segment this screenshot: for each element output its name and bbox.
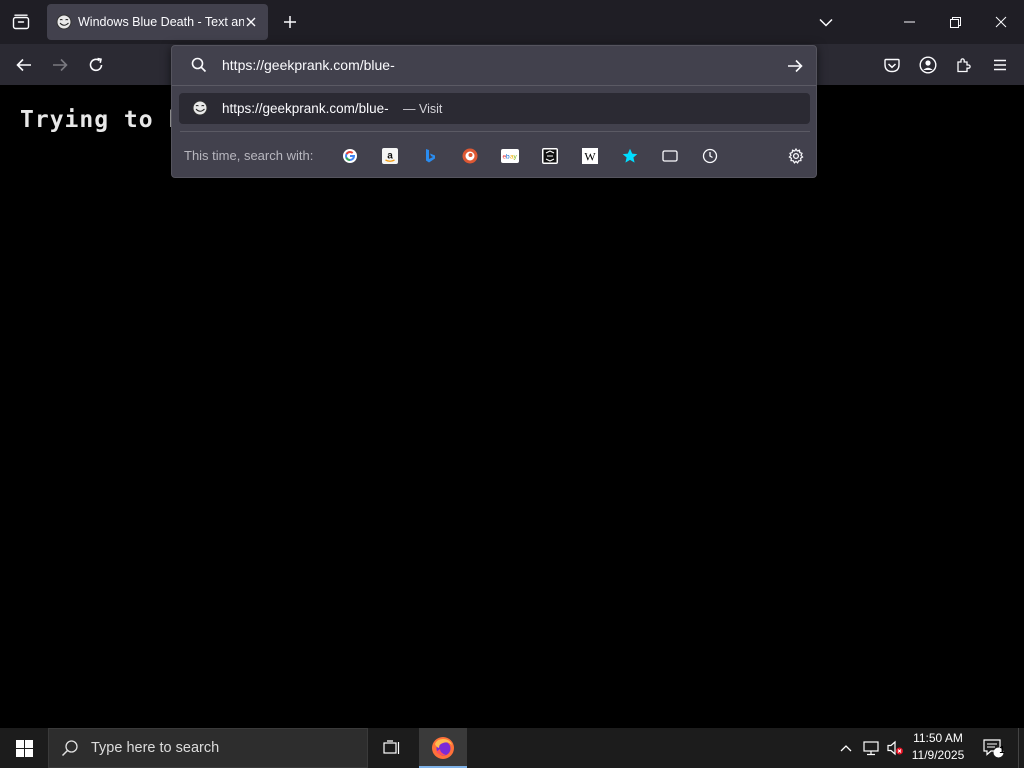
clock-date: 11/9/2025: [911, 748, 965, 762]
google-engine-button[interactable]: [338, 144, 362, 168]
account-icon: [919, 56, 937, 74]
bing-engine-button[interactable]: [418, 144, 442, 168]
taskbar-search-box[interactable]: Type here to search: [48, 728, 368, 768]
bing-icon: [426, 149, 435, 163]
tab-active[interactable]: Windows Blue Death - Text and Video Pran…: [47, 4, 268, 40]
trollface-favicon-icon: [56, 14, 72, 30]
bookmarks-icon: [622, 148, 638, 163]
list-all-tabs-button[interactable]: [812, 8, 840, 36]
divider: [180, 131, 810, 132]
chevron-down-icon: [819, 18, 833, 27]
tab-strip: Windows Blue Death - Text and Video Pran…: [0, 0, 1024, 44]
taskbar-firefox-button[interactable]: [419, 728, 467, 768]
tabs-icon: [662, 150, 678, 162]
pocket-button[interactable]: [877, 50, 907, 80]
volume-tray-button[interactable]: [884, 728, 906, 768]
volume-muted-icon: [887, 740, 903, 756]
minimize-button[interactable]: [886, 0, 932, 44]
reload-button[interactable]: [81, 50, 111, 80]
hamburger-menu-icon: [994, 59, 1006, 71]
app-menu-button[interactable]: [985, 50, 1015, 80]
suggestion-action: — Visit: [403, 102, 443, 116]
urlbar-input[interactable]: https://geekprank.com/blue-: [222, 57, 395, 73]
wikipedia-engine-button[interactable]: W: [578, 144, 602, 168]
extensions-button[interactable]: [949, 50, 979, 80]
network-tray-button[interactable]: [860, 728, 882, 768]
duckduckgo-icon: [462, 148, 478, 164]
ecosia-icon: [542, 148, 558, 164]
search-settings-button[interactable]: [784, 144, 808, 168]
urlbar-popup: https://geekprank.com/blue- https://geek…: [171, 45, 817, 178]
svg-text:a: a: [387, 151, 393, 162]
close-icon: [995, 16, 1007, 28]
duckduckgo-engine-button[interactable]: [458, 144, 482, 168]
action-center-button[interactable]: 1: [978, 728, 1008, 768]
bookmarks-engine-button[interactable]: [618, 144, 642, 168]
tabs-engine-button[interactable]: [658, 144, 682, 168]
chevron-up-icon: [840, 745, 852, 752]
gear-icon: [788, 148, 804, 164]
arrow-left-icon: [16, 58, 31, 72]
restore-icon: [949, 16, 961, 28]
history-engine-button[interactable]: [698, 144, 722, 168]
arrow-right-icon: [53, 58, 68, 72]
show-hidden-icons-button[interactable]: [836, 728, 856, 768]
search-with-label: This time, search with:: [184, 148, 314, 163]
google-icon: [343, 149, 357, 163]
tab-close-button[interactable]: [242, 13, 260, 31]
trollface-favicon-icon: [192, 100, 208, 116]
pocket-icon: [884, 58, 900, 72]
restore-button[interactable]: [932, 0, 978, 44]
account-button[interactable]: [913, 50, 943, 80]
start-button[interactable]: [0, 728, 48, 768]
urlbar-input-row[interactable]: https://geekprank.com/blue-: [172, 46, 816, 84]
notification-count: 1: [999, 745, 1005, 756]
svg-text:W: W: [584, 150, 596, 164]
back-button[interactable]: [9, 50, 39, 80]
close-window-button[interactable]: [978, 0, 1024, 44]
suggestion-url: https://geekprank.com/blue-: [222, 101, 389, 116]
close-icon: [246, 17, 256, 27]
taskbar-search-placeholder: Type here to search: [91, 740, 220, 756]
divider: [172, 85, 816, 86]
page-content: Trying to b: [0, 85, 1024, 728]
arrow-right-icon: [788, 59, 803, 73]
firefox-view-button[interactable]: [0, 0, 42, 44]
ebay-engine-button[interactable]: e b a y: [498, 144, 522, 168]
clock-time: 11:50 AM: [913, 731, 963, 745]
puzzle-icon: [957, 58, 971, 73]
wikipedia-icon: W: [582, 148, 598, 164]
amazon-icon: a: [382, 148, 398, 164]
taskbar-clock[interactable]: 11:50 AM 11/9/2025: [906, 730, 970, 766]
task-view-button[interactable]: [372, 728, 412, 768]
new-tab-button[interactable]: [276, 8, 304, 36]
tab-title: Windows Blue Death - Text and Video Pran…: [78, 15, 244, 29]
plus-icon: [284, 16, 296, 28]
minimize-icon: [903, 21, 915, 23]
taskbar: Type here to search 11:50 AM 11/9/2025 1: [0, 728, 1024, 768]
ebay-icon: e b a y: [501, 149, 519, 163]
firefox-icon: [432, 737, 454, 759]
go-button[interactable]: [783, 54, 807, 78]
forward-button[interactable]: [45, 50, 75, 80]
task-view-icon: [383, 740, 400, 754]
reload-icon: [89, 57, 103, 72]
ecosia-engine-button[interactable]: [538, 144, 562, 168]
windows-logo-icon: [15, 739, 33, 757]
search-icon: [191, 57, 207, 73]
firefox-view-icon: [12, 14, 30, 30]
urlbar-suggestion-row[interactable]: https://geekprank.com/blue- — Visit: [179, 93, 810, 124]
search-icon: [61, 740, 78, 757]
network-icon: [863, 741, 879, 756]
amazon-engine-button[interactable]: a: [378, 144, 402, 168]
history-icon: [702, 148, 718, 164]
page-message: Trying to b: [20, 107, 184, 133]
show-desktop-button[interactable]: [1018, 728, 1024, 768]
